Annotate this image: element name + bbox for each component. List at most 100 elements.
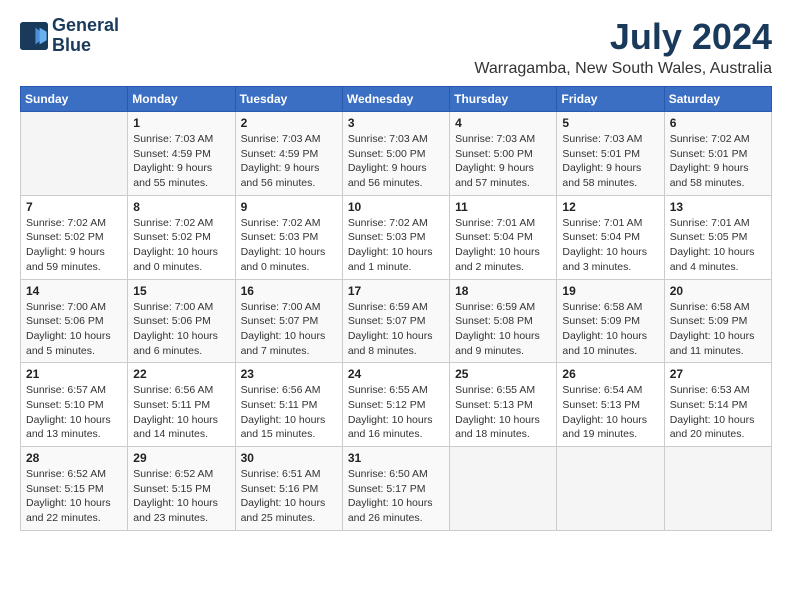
day-number: 20 bbox=[670, 284, 766, 298]
logo-icon bbox=[20, 22, 48, 50]
calendar: SundayMondayTuesdayWednesdayThursdayFrid… bbox=[20, 86, 772, 531]
calendar-cell bbox=[557, 447, 664, 531]
day-number: 21 bbox=[26, 367, 122, 381]
calendar-cell: 27 Sunrise: 6:53 AMSunset: 5:14 PMDayligh… bbox=[664, 363, 771, 447]
calendar-cell: 26Sunrise: 6:54 AMSunset: 5:13 PMDayligh… bbox=[557, 363, 664, 447]
weekday-header-row: SundayMondayTuesdayWednesdayThursdayFrid… bbox=[21, 87, 772, 112]
logo: General Blue bbox=[20, 16, 119, 56]
day-info: Sunrise: 6:51 AMSunset: 5:16 PMDaylight:… bbox=[241, 467, 337, 526]
day-info: Sunrise: 6:58 AMSunset: 5:09 PMDaylight:… bbox=[670, 300, 766, 359]
day-info: Sunrise: 7:01 AMSunset: 5:04 PMDaylight:… bbox=[562, 216, 658, 275]
day-number: 18 bbox=[455, 284, 551, 298]
day-info: Sunrise: 7:02 AMSunset: 5:02 PMDaylight:… bbox=[26, 216, 122, 275]
day-info: Sunrise: 6:52 AMSunset: 5:15 PMDaylight:… bbox=[133, 467, 229, 526]
day-info: Sunrise: 6:53 AMSunset: 5:14 PMDaylight:… bbox=[670, 383, 766, 442]
day-number: 22 bbox=[133, 367, 229, 381]
day-number: 9 bbox=[241, 200, 337, 214]
calendar-cell: 16 Sunrise: 7:00 AMSunset: 5:07 PMDayligh… bbox=[235, 279, 342, 363]
day-number: 31 bbox=[348, 451, 444, 465]
subtitle: Warragamba, New South Wales, Australia bbox=[474, 60, 772, 78]
day-info: Sunrise: 7:00 AMSunset: 5:06 PMDaylight:… bbox=[133, 300, 229, 359]
day-info: Sunrise: 7:02 AMSunset: 5:03 PMDaylight:… bbox=[348, 216, 444, 275]
weekday-header-cell: Thursday bbox=[450, 87, 557, 112]
day-number: 11 bbox=[455, 200, 551, 214]
day-number: 15 bbox=[133, 284, 229, 298]
day-number: 23 bbox=[241, 367, 337, 381]
day-number: 28 bbox=[26, 451, 122, 465]
day-info: Sunrise: 6:58 AMSunset: 5:09 PMDaylight:… bbox=[562, 300, 658, 359]
title-area: July 2024 Warragamba, New South Wales, A… bbox=[474, 16, 772, 78]
main-title: July 2024 bbox=[474, 16, 772, 58]
day-number: 3 bbox=[348, 116, 444, 130]
day-info: Sunrise: 7:00 AMSunset: 5:07 PMDaylight:… bbox=[241, 300, 337, 359]
calendar-cell: 18 Sunrise: 6:59 AMSunset: 5:08 PMDayligh… bbox=[450, 279, 557, 363]
day-number: 25 bbox=[455, 367, 551, 381]
day-number: 17 bbox=[348, 284, 444, 298]
weekday-header-cell: Wednesday bbox=[342, 87, 449, 112]
day-number: 29 bbox=[133, 451, 229, 465]
day-info: Sunrise: 6:50 AMSunset: 5:17 PMDaylight:… bbox=[348, 467, 444, 526]
header: General Blue July 2024 Warragamba, New S… bbox=[20, 16, 772, 78]
calendar-week-row: 28 Sunrise: 6:52 AMSunset: 5:15 PMDayligh… bbox=[21, 447, 772, 531]
calendar-week-row: 14 Sunrise: 7:00 AMSunset: 5:06 PMDayligh… bbox=[21, 279, 772, 363]
day-info: Sunrise: 6:56 AMSunset: 5:11 PMDaylight:… bbox=[133, 383, 229, 442]
day-number: 7 bbox=[26, 200, 122, 214]
day-info: Sunrise: 6:59 AMSunset: 5:08 PMDaylight:… bbox=[455, 300, 551, 359]
weekday-header-cell: Sunday bbox=[21, 87, 128, 112]
day-info: Sunrise: 7:01 AMSunset: 5:05 PMDaylight:… bbox=[670, 216, 766, 275]
calendar-week-row: 21Sunrise: 6:57 AMSunset: 5:10 PMDayligh… bbox=[21, 363, 772, 447]
calendar-cell: 17 Sunrise: 6:59 AMSunset: 5:07 PMDayligh… bbox=[342, 279, 449, 363]
calendar-week-row: 1Sunrise: 7:03 AMSunset: 4:59 PMDaylight… bbox=[21, 112, 772, 196]
day-info: Sunrise: 6:59 AMSunset: 5:07 PMDaylight:… bbox=[348, 300, 444, 359]
day-info: Sunrise: 7:02 AMSunset: 5:02 PMDaylight:… bbox=[133, 216, 229, 275]
day-number: 19 bbox=[562, 284, 658, 298]
calendar-cell: 28 Sunrise: 6:52 AMSunset: 5:15 PMDayligh… bbox=[21, 447, 128, 531]
calendar-cell: 6 Sunrise: 7:02 AMSunset: 5:01 PMDaylight… bbox=[664, 112, 771, 196]
day-number: 16 bbox=[241, 284, 337, 298]
day-info: Sunrise: 6:55 AMSunset: 5:12 PMDaylight:… bbox=[348, 383, 444, 442]
weekday-header-cell: Monday bbox=[128, 87, 235, 112]
calendar-cell: 19 Sunrise: 6:58 AMSunset: 5:09 PMDayligh… bbox=[557, 279, 664, 363]
day-info: Sunrise: 7:02 AMSunset: 5:03 PMDaylight:… bbox=[241, 216, 337, 275]
day-info: Sunrise: 7:00 AMSunset: 5:06 PMDaylight:… bbox=[26, 300, 122, 359]
day-info: Sunrise: 7:03 AMSunset: 5:01 PMDaylight:… bbox=[562, 132, 658, 191]
calendar-cell: 14 Sunrise: 7:00 AMSunset: 5:06 PMDayligh… bbox=[21, 279, 128, 363]
calendar-cell bbox=[450, 447, 557, 531]
calendar-cell: 25 Sunrise: 6:55 AMSunset: 5:13 PMDayligh… bbox=[450, 363, 557, 447]
calendar-cell: 21Sunrise: 6:57 AMSunset: 5:10 PMDayligh… bbox=[21, 363, 128, 447]
calendar-cell bbox=[21, 112, 128, 196]
calendar-cell: 3 Sunrise: 7:03 AMSunset: 5:00 PMDaylight… bbox=[342, 112, 449, 196]
calendar-cell: 22 Sunrise: 6:56 AMSunset: 5:11 PMDayligh… bbox=[128, 363, 235, 447]
calendar-cell: 9 Sunrise: 7:02 AMSunset: 5:03 PMDaylight… bbox=[235, 195, 342, 279]
day-info: Sunrise: 7:02 AMSunset: 5:01 PMDaylight:… bbox=[670, 132, 766, 191]
day-info: Sunrise: 6:54 AMSunset: 5:13 PMDaylight:… bbox=[562, 383, 658, 442]
calendar-cell: 12 Sunrise: 7:01 AMSunset: 5:04 PMDayligh… bbox=[557, 195, 664, 279]
calendar-cell: 23 Sunrise: 6:56 AMSunset: 5:11 PMDayligh… bbox=[235, 363, 342, 447]
weekday-header-cell: Saturday bbox=[664, 87, 771, 112]
calendar-cell: 2Sunrise: 7:03 AMSunset: 4:59 PMDaylight… bbox=[235, 112, 342, 196]
calendar-cell: 15 Sunrise: 7:00 AMSunset: 5:06 PMDayligh… bbox=[128, 279, 235, 363]
calendar-cell bbox=[664, 447, 771, 531]
calendar-cell: 4Sunrise: 7:03 AMSunset: 5:00 PMDaylight… bbox=[450, 112, 557, 196]
day-info: Sunrise: 7:01 AMSunset: 5:04 PMDaylight:… bbox=[455, 216, 551, 275]
calendar-body: 1Sunrise: 7:03 AMSunset: 4:59 PMDaylight… bbox=[21, 112, 772, 531]
calendar-cell: 31 Sunrise: 6:50 AMSunset: 5:17 PMDayligh… bbox=[342, 447, 449, 531]
day-info: Sunrise: 6:56 AMSunset: 5:11 PMDaylight:… bbox=[241, 383, 337, 442]
day-number: 12 bbox=[562, 200, 658, 214]
day-number: 27 bbox=[670, 367, 766, 381]
day-info: Sunrise: 6:52 AMSunset: 5:15 PMDaylight:… bbox=[26, 467, 122, 526]
day-number: 30 bbox=[241, 451, 337, 465]
calendar-cell: 29 Sunrise: 6:52 AMSunset: 5:15 PMDayligh… bbox=[128, 447, 235, 531]
calendar-cell: 30 Sunrise: 6:51 AMSunset: 5:16 PMDayligh… bbox=[235, 447, 342, 531]
calendar-cell: 8 Sunrise: 7:02 AMSunset: 5:02 PMDaylight… bbox=[128, 195, 235, 279]
day-number: 5 bbox=[562, 116, 658, 130]
day-info: Sunrise: 7:03 AMSunset: 5:00 PMDaylight:… bbox=[455, 132, 551, 191]
day-number: 8 bbox=[133, 200, 229, 214]
day-info: Sunrise: 7:03 AMSunset: 5:00 PMDaylight:… bbox=[348, 132, 444, 191]
day-number: 14 bbox=[26, 284, 122, 298]
day-number: 6 bbox=[670, 116, 766, 130]
day-info: Sunrise: 7:03 AMSunset: 4:59 PMDaylight:… bbox=[133, 132, 229, 191]
calendar-week-row: 7 Sunrise: 7:02 AMSunset: 5:02 PMDaylight… bbox=[21, 195, 772, 279]
calendar-cell: 24Sunrise: 6:55 AMSunset: 5:12 PMDayligh… bbox=[342, 363, 449, 447]
day-info: Sunrise: 6:55 AMSunset: 5:13 PMDaylight:… bbox=[455, 383, 551, 442]
